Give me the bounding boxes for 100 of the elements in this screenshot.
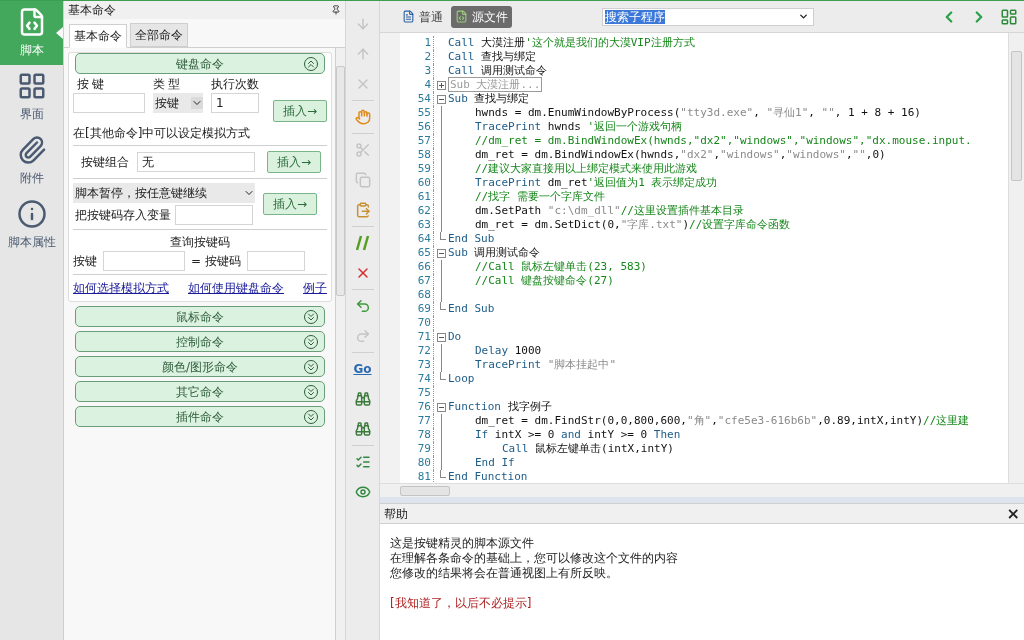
panel-tab[interactable]: 全部命令: [130, 23, 188, 47]
scrollbar[interactable]: [335, 48, 345, 640]
line-number: 76: [400, 400, 434, 414]
line-number: 64: [400, 232, 434, 246]
code-file-icon: [455, 10, 468, 23]
nav-item[interactable]: 界面: [0, 65, 63, 129]
section-header[interactable]: 插件命令: [75, 406, 325, 427]
text-field[interactable]: [103, 251, 185, 271]
line-number: 80: [400, 456, 434, 470]
dismiss-link[interactable]: [我知道了，以后不必提示]: [390, 596, 1014, 611]
text-field[interactable]: [246, 251, 305, 271]
text-field[interactable]: 无: [137, 152, 255, 172]
help-link[interactable]: 如何选择模拟方式: [73, 279, 169, 297]
section-header[interactable]: 键盘命令: [75, 53, 325, 74]
subroutine-dropdown[interactable]: 搜索子程序: [602, 7, 814, 26]
view-tab[interactable]: 源文件: [451, 5, 512, 28]
line-number: 57: [400, 134, 434, 148]
collapse-icon[interactable]: [436, 94, 446, 104]
insert-button[interactable]: 插入→: [267, 151, 321, 173]
type-dropdown[interactable]: 按键: [153, 93, 203, 113]
slashes-icon[interactable]: [355, 235, 370, 251]
text-field[interactable]: 1: [211, 93, 259, 113]
field-label: 按键组合: [81, 154, 129, 171]
text-field[interactable]: [175, 205, 253, 225]
view-tab[interactable]: 普通: [398, 5, 447, 28]
code-line: Call 调用测试命令: [448, 64, 548, 78]
layout-icon[interactable]: [1000, 7, 1018, 26]
field-label: 执行次数: [211, 76, 259, 93]
nav-item[interactable]: 脚本属性: [0, 193, 63, 257]
section-title: 查询按键码: [170, 234, 230, 251]
text-field[interactable]: [73, 93, 145, 113]
code-line: //dm_ret = dm.BindWindowEx(hwnds,"dx2","windows","windows","dx.mouse.input.: [475, 134, 972, 148]
code-line: TracePrint dm_ret'返回值为1 表示绑定成功: [475, 176, 718, 190]
code-line: dm.SetPath "c:\dm_dll"//这里设置插件基本目录: [475, 204, 744, 218]
help-text: 这是按键精灵的脚本源文件: [390, 536, 535, 551]
eye-icon[interactable]: [354, 484, 371, 500]
code-line: dm_ret = dm.SetDict(0,"字库.txt")//设置字库命令函数: [475, 218, 791, 232]
line-number: 67: [400, 274, 434, 288]
code-line: Sub 调用测试命令: [448, 246, 541, 260]
undo-icon[interactable]: [354, 298, 371, 314]
line-number: 69: [400, 302, 434, 316]
code-line: Function 找字例子: [448, 400, 552, 414]
line-number: 63: [400, 218, 434, 232]
field-label: 按键: [76, 76, 108, 93]
code-line: End Sub: [448, 302, 495, 316]
pause-dropdown[interactable]: 脚本暂停，按任意键继续: [73, 183, 255, 203]
binoculars-icon[interactable]: [354, 421, 371, 437]
close-button[interactable]: ×: [1006, 505, 1020, 522]
paste-icon[interactable]: [354, 202, 371, 218]
binoculars-icon[interactable]: [354, 391, 371, 407]
field-label: 把按键码存入变量: [75, 207, 171, 224]
code-line: TracePrint hwnds '返回一个游戏句柄: [475, 120, 683, 134]
note-text: 在[其他命令]中可以设定模拟方式: [73, 125, 252, 142]
line-number: 72: [400, 344, 434, 358]
code-line: TracePrint "脚本挂起中": [475, 358, 617, 372]
line-number: 1: [400, 36, 434, 50]
line-number: 56: [400, 120, 434, 134]
help-link[interactable]: 例子: [303, 279, 327, 297]
collapse-icon[interactable]: [436, 402, 446, 412]
code-line: If intX >= 0 and intY >= 0 Then: [475, 428, 681, 442]
code-line: //Call 键盘按键命令(27): [475, 274, 614, 288]
line-number: 79: [400, 442, 434, 456]
section-header[interactable]: 鼠标命令: [75, 306, 325, 327]
nav-item[interactable]: 附件: [0, 129, 63, 193]
section-header[interactable]: 其它命令: [75, 381, 325, 402]
code-line: Sub 查找与绑定: [448, 92, 530, 106]
help-link[interactable]: 如何使用键盘命令: [188, 279, 284, 297]
hand-icon[interactable]: [354, 109, 371, 125]
code-line: Call 鼠标左键单击(intX,intY): [502, 442, 674, 456]
line-number: 73: [400, 358, 434, 372]
insert-button[interactable]: 插入→: [263, 193, 317, 215]
horizontal-scrollbar[interactable]: [380, 483, 1024, 497]
expand-icon[interactable]: [436, 80, 446, 90]
field-label: = 按键码: [191, 253, 241, 270]
code-line: Call 查找与绑定: [448, 50, 537, 64]
line-number: 58: [400, 148, 434, 162]
collapse-icon[interactable]: [436, 332, 446, 342]
panel-tab[interactable]: 基本命令: [69, 24, 127, 48]
line-number: 54: [400, 92, 434, 106]
section-header[interactable]: 颜色/图形命令: [75, 356, 325, 377]
field-label: 类型: [153, 76, 184, 93]
code-line: Loop: [448, 372, 475, 386]
collapse-icon[interactable]: [436, 248, 446, 258]
code-line: hwnds = dm.EnumWindowByProcess("tty3d.exe", "寻仙1", "", 1 + 8 + 16): [475, 106, 921, 120]
scrollbar[interactable]: [1008, 33, 1024, 483]
line-number: 2: [400, 50, 434, 64]
insert-button[interactable]: 插入→: [273, 100, 327, 122]
checklist-icon[interactable]: [354, 454, 371, 470]
go-button[interactable]: Go: [353, 359, 372, 379]
section-header[interactable]: 控制命令: [75, 331, 325, 352]
line-number: 59: [400, 162, 434, 176]
line-number: 74: [400, 372, 434, 386]
line-number: 65: [400, 246, 434, 260]
line-number: 3: [400, 64, 434, 78]
document-icon: [402, 10, 415, 23]
panel-title: 基本命令: [68, 2, 116, 19]
code-line: //找字 需要一个字库文件: [475, 190, 605, 204]
code-line: //Call 鼠标左键单击(23, 583): [475, 260, 647, 274]
field-label: 按键: [73, 253, 97, 270]
code-line: End Function: [448, 470, 528, 484]
